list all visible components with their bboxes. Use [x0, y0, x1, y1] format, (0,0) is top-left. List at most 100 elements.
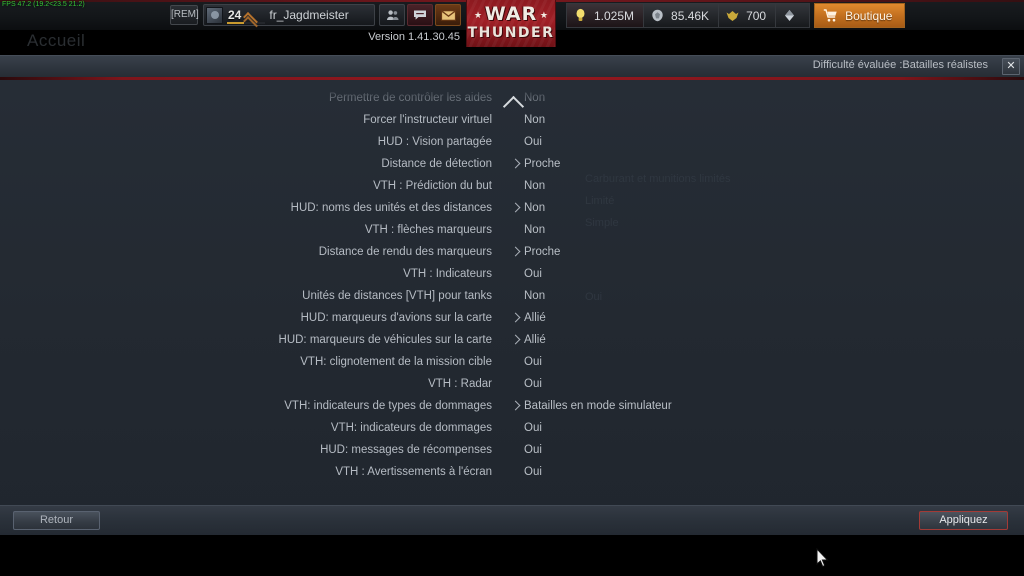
setting-value[interactable]: Non: [524, 285, 545, 307]
setting-row[interactable]: HUD: noms des unités et des distances Non: [0, 197, 1024, 219]
setting-row[interactable]: VTH: indicateurs de types de dommages Bat…: [0, 395, 1024, 417]
chevron-right-icon[interactable]: [512, 401, 519, 411]
setting-row[interactable]: HUD : Vision partagée Oui: [0, 131, 1024, 153]
setting-label: VTH : Prédiction du but: [373, 180, 492, 192]
setting-row[interactable]: Unités de distances [VTH] pour tanks Non: [0, 285, 1024, 307]
setting-value[interactable]: Non: [524, 87, 545, 109]
desktop-area: [0, 535, 1024, 576]
clan-tag[interactable]: [REM]: [170, 5, 199, 25]
setting-value[interactable]: Batailles en mode simulateur: [524, 395, 672, 417]
setting-label: VTH: indicateurs de dommages: [330, 422, 492, 434]
mouse-pointer-icon: [816, 548, 829, 568]
setting-value[interactable]: Oui: [524, 131, 542, 153]
setting-value[interactable]: Allié: [524, 307, 546, 329]
chevron-right-icon[interactable]: [512, 335, 519, 345]
chat-button[interactable]: [407, 4, 433, 26]
setting-value[interactable]: Oui: [524, 351, 542, 373]
setting-value[interactable]: Oui: [524, 439, 542, 461]
setting-value[interactable]: Proche: [524, 153, 560, 175]
setting-value[interactable]: Proche: [524, 241, 560, 263]
silver-lions[interactable]: 85.46K: [644, 3, 720, 28]
settings-panel: Difficulté évaluée :Batailles réalistes …: [0, 55, 1024, 535]
version-label: Version 1.41.30.45: [368, 31, 460, 43]
setting-label: VTH : Radar: [428, 378, 492, 390]
currency-bar: 1.025M 85.46K 700 Boutique: [566, 3, 906, 28]
setting-label: HUD: messages de récompenses: [320, 444, 492, 456]
eagle-emblem-currency[interactable]: 700: [719, 3, 777, 28]
setting-row[interactable]: VTH : Prédiction du but Non: [0, 175, 1024, 197]
setting-label: HUD: marqueurs de véhicules sur la carte: [278, 334, 492, 346]
setting-value[interactable]: Oui: [524, 373, 542, 395]
setting-row[interactable]: VTH : Avertissements à l'écran Oui: [0, 461, 1024, 483]
mail-button[interactable]: [435, 4, 461, 26]
setting-label: VTH: clignotement de la mission cible: [300, 356, 492, 368]
setting-label: HUD : Vision partagée: [377, 136, 492, 148]
shop-label: Boutique: [845, 8, 893, 23]
fps-counter: FPS 47.2 (19.2<23.5 21.2): [2, 1, 85, 8]
setting-label: Distance de rendu des marqueurs: [318, 246, 492, 258]
golden-eagles-value: 1.025M: [594, 8, 635, 23]
setting-label: VTH : Avertissements à l'écran: [335, 466, 492, 478]
player-level: 24: [228, 8, 242, 22]
setting-value[interactable]: Non: [524, 219, 545, 241]
crystal-button[interactable]: [776, 3, 811, 28]
setting-value[interactable]: Allié: [524, 329, 546, 351]
setting-value[interactable]: Non: [524, 197, 545, 219]
eagle-emblem-value: 700: [746, 8, 767, 23]
chevron-right-icon[interactable]: [512, 247, 519, 257]
mail-icon: [440, 9, 456, 21]
settings-panel-header: Difficulté évaluée :Batailles réalistes …: [0, 55, 1024, 77]
silver-lions-value: 85.46K: [671, 8, 710, 23]
logo-thunder-text: THUNDER: [467, 25, 555, 41]
friends-button[interactable]: [379, 4, 405, 26]
setting-label: Forcer l'instructeur virtuel: [363, 114, 492, 126]
eagle-emblem-icon: [726, 11, 739, 21]
setting-row[interactable]: HUD: messages de récompenses Oui: [0, 439, 1024, 461]
setting-value[interactable]: Non: [524, 175, 545, 197]
back-button[interactable]: Retour: [13, 511, 100, 530]
setting-label: HUD: noms des unités et des distances: [290, 202, 492, 214]
setting-row[interactable]: VTH: clignotement de la mission cible Oui: [0, 351, 1024, 373]
friends-icon: [386, 10, 398, 20]
setting-row[interactable]: HUD: marqueurs de véhicules sur la carte…: [0, 329, 1024, 351]
setting-label: Distance de détection: [381, 158, 492, 170]
player-name: fr_Jagdmeister: [269, 8, 349, 22]
chevron-right-icon[interactable]: [512, 313, 519, 323]
setting-label: VTH : Indicateurs: [403, 268, 492, 280]
scroll-up-icon[interactable]: [503, 95, 525, 111]
chevron-right-icon[interactable]: [512, 203, 519, 213]
apply-button[interactable]: Appliquez: [919, 511, 1008, 530]
panel-footer: Retour Appliquez: [0, 505, 1024, 535]
setting-row[interactable]: Distance de détection Proche: [0, 153, 1024, 175]
war-thunder-logo: ★ ★ WAR THUNDER: [466, 0, 556, 47]
setting-value[interactable]: Oui: [524, 263, 542, 285]
chat-icon: [414, 10, 426, 20]
golden-eagle-icon: [576, 8, 585, 21]
player-info[interactable]: 24 fr_Jagdmeister: [203, 4, 375, 26]
setting-value[interactable]: Non: [524, 109, 545, 131]
crystal-icon: [785, 10, 795, 21]
top-bar: [REM] 24 fr_Jagdmeister 1.025M 85.46K 70…: [0, 0, 1024, 47]
avatar[interactable]: [206, 6, 223, 24]
setting-row[interactable]: VTH : Indicateurs Oui: [0, 263, 1024, 285]
panel-divider: [0, 77, 1024, 80]
golden-eagles[interactable]: 1.025M: [566, 3, 645, 28]
background-home-label: Accueil: [27, 31, 86, 50]
game-screen: FPS 47.2 (19.2<23.5 21.2) Accueil [REM] …: [0, 0, 1024, 576]
difficulty-label: Difficulté évaluée :Batailles réalistes: [812, 59, 988, 71]
close-button[interactable]: ✕: [1002, 58, 1020, 75]
setting-row[interactable]: VTH : flèches marqueurs Non: [0, 219, 1024, 241]
setting-label: HUD: marqueurs d'avions sur la carte: [300, 312, 492, 324]
setting-label: VTH : flèches marqueurs: [364, 224, 492, 236]
setting-row[interactable]: Distance de rendu des marqueurs Proche: [0, 241, 1024, 263]
shop-button[interactable]: Boutique: [814, 3, 906, 28]
setting-row[interactable]: VTH : Radar Oui: [0, 373, 1024, 395]
setting-value[interactable]: Oui: [524, 461, 542, 483]
setting-row[interactable]: HUD: marqueurs d'avions sur la carte Alli…: [0, 307, 1024, 329]
setting-label: Permettre de contrôler les aides: [329, 92, 492, 104]
silver-lion-icon: [652, 9, 663, 22]
setting-label: VTH: indicateurs de types de dommages: [284, 400, 492, 412]
setting-value[interactable]: Oui: [524, 417, 542, 439]
chevron-right-icon[interactable]: [512, 159, 519, 169]
setting-row[interactable]: VTH: indicateurs de dommages Oui: [0, 417, 1024, 439]
